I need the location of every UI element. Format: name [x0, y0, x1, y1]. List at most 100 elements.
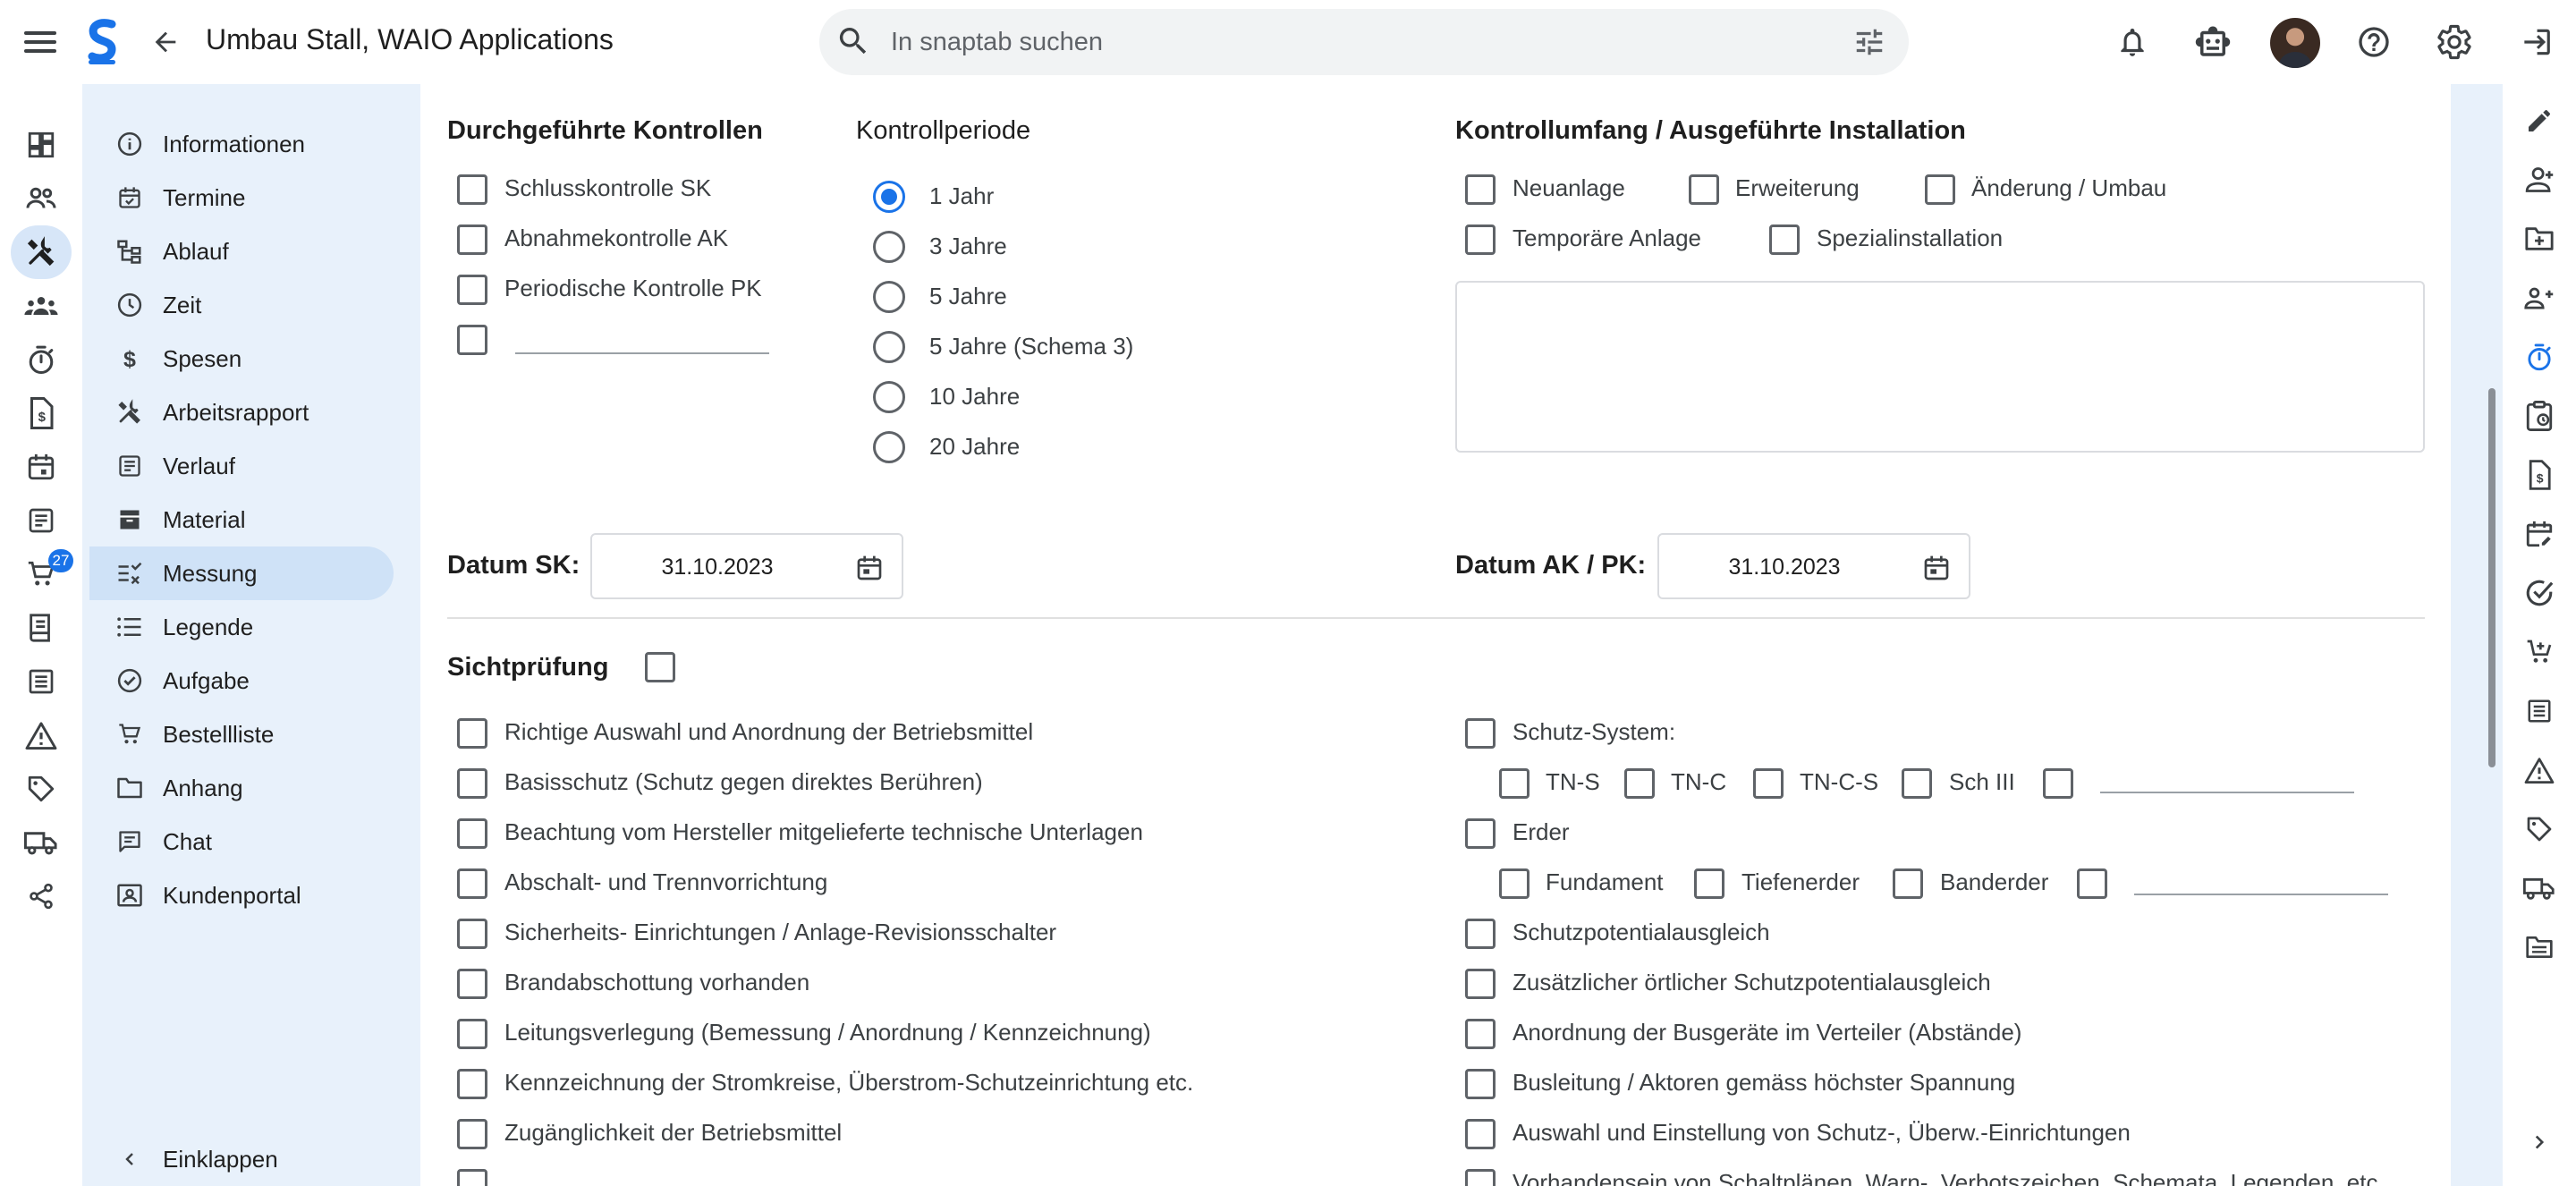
search-input[interactable] — [891, 21, 1785, 63]
checkbox-sicht-item[interactable] — [457, 969, 487, 999]
person-add-icon[interactable] — [2513, 154, 2565, 206]
nav-item-material[interactable]: Material — [89, 493, 394, 546]
erder-custom-input[interactable] — [2134, 894, 2388, 895]
search-icon[interactable] — [835, 23, 871, 59]
nav-item-zeit[interactable]: Zeit — [89, 278, 394, 332]
collapse-button[interactable]: Einklappen — [89, 1132, 394, 1186]
nav-item-spesen[interactable]: $ Spesen — [89, 332, 394, 385]
warning-icon[interactable] — [11, 708, 72, 762]
tag-icon[interactable] — [11, 762, 72, 816]
checkbox-schlusskontrolle[interactable] — [457, 174, 487, 205]
document-icon[interactable]: $ — [11, 386, 72, 440]
radio-20-jahre[interactable] — [873, 431, 905, 463]
datum-akpk-input[interactable] — [1659, 551, 1910, 583]
list-icon[interactable] — [11, 655, 72, 708]
truck-icon[interactable] — [11, 816, 72, 869]
folder-open-icon[interactable] — [2513, 921, 2565, 973]
checkbox-tn-s[interactable] — [1499, 768, 1530, 799]
nav-item-anhang[interactable]: Anhang — [89, 761, 394, 815]
checkbox-aenderung-umbau[interactable] — [1925, 174, 1955, 205]
checkbox-sicht-item[interactable] — [1465, 919, 1496, 949]
filter-tune-icon[interactable] — [1852, 25, 1887, 59]
nav-item-aufgabe[interactable]: Aufgabe — [89, 654, 394, 707]
schutz-custom-input[interactable] — [2100, 792, 2354, 793]
checkbox-erder[interactable] — [1465, 818, 1496, 849]
nav-item-arbeitsrapport[interactable]: Arbeitsrapport — [89, 385, 394, 439]
datum-sk-field[interactable] — [590, 533, 903, 599]
nav-item-verlauf[interactable]: Verlauf — [89, 439, 394, 493]
nav-item-messung[interactable]: Messung — [89, 546, 394, 600]
datum-sk-input[interactable] — [592, 551, 843, 583]
checkbox-sicht-item[interactable] — [1465, 1119, 1496, 1149]
nav-item-termine[interactable]: Termine — [89, 171, 394, 224]
checkbox-abnahmekontrolle[interactable] — [457, 224, 487, 255]
nav-item-informationen[interactable]: Informationen — [89, 117, 394, 171]
logout-icon[interactable] — [2512, 18, 2560, 66]
checkbox-banderder[interactable] — [1893, 868, 1923, 899]
robot-icon[interactable] — [2189, 18, 2237, 66]
search-bar[interactable] — [819, 9, 1909, 75]
back-arrow-icon[interactable] — [141, 18, 190, 66]
clipboard-icon[interactable] — [2513, 390, 2565, 442]
checkbox-sicht-item[interactable] — [1465, 1169, 1496, 1186]
notes-icon[interactable] — [11, 494, 72, 547]
checkbox-erweiterung[interactable] — [1689, 174, 1719, 205]
chevron-right-icon[interactable] — [2513, 1116, 2565, 1168]
share-icon[interactable] — [11, 869, 72, 923]
checkbox-tn-c-s[interactable] — [1753, 768, 1784, 799]
radio-3-jahre[interactable] — [873, 231, 905, 263]
nav-item-chat[interactable]: Chat — [89, 815, 394, 868]
calendar-edit-icon[interactable] — [2513, 508, 2565, 560]
checkbox-neuanlage[interactable] — [1465, 174, 1496, 205]
task-done-icon[interactable] — [2513, 567, 2565, 619]
checkbox-sch-iii[interactable] — [1902, 768, 1932, 799]
nav-item-bestellliste[interactable]: Bestellliste — [89, 707, 394, 761]
list-icon[interactable] — [2513, 685, 2565, 737]
checkbox-fundament[interactable] — [1499, 868, 1530, 899]
radio-5-jahre[interactable] — [873, 281, 905, 313]
checkbox-sicht-item[interactable] — [457, 1069, 487, 1099]
radio-10-jahre[interactable] — [873, 381, 905, 413]
cart-add-icon[interactable] — [2513, 626, 2565, 678]
truck-icon[interactable] — [2513, 862, 2565, 914]
tools-icon[interactable] — [11, 225, 72, 279]
tag-icon[interactable] — [2513, 803, 2565, 855]
people-icon[interactable] — [11, 172, 72, 225]
radio-1-jahr[interactable] — [873, 181, 905, 213]
avatar[interactable] — [2270, 18, 2320, 68]
warning-icon[interactable] — [2513, 744, 2565, 796]
checkbox-sichtpruefung[interactable] — [645, 652, 675, 682]
custom-kontrolle-input[interactable] — [515, 352, 769, 354]
radio-5-jahre-schema-3[interactable] — [873, 331, 905, 363]
checkbox-schutz-custom[interactable] — [2043, 768, 2073, 799]
checkbox-tiefenerder[interactable] — [1694, 868, 1724, 899]
timer-icon[interactable] — [11, 333, 72, 386]
timer-icon[interactable] — [2513, 331, 2565, 383]
checkbox-temporaere-anlage[interactable] — [1465, 224, 1496, 255]
checkbox-custom-kontrolle[interactable] — [457, 325, 487, 355]
bell-icon[interactable] — [2108, 18, 2157, 66]
calendar-icon[interactable] — [1922, 553, 1951, 583]
checkbox-spezialinstallation[interactable] — [1769, 224, 1800, 255]
umfang-notes-textarea[interactable] — [1455, 281, 2425, 453]
checkbox-schutz-system[interactable] — [1465, 718, 1496, 749]
checkbox-sicht-item[interactable] — [457, 768, 487, 799]
nav-item-ablauf[interactable]: Ablauf — [89, 224, 394, 278]
folder-add-icon[interactable] — [2513, 213, 2565, 265]
checkbox-sicht-item[interactable] — [457, 718, 487, 749]
checkbox-sicht-item[interactable] — [457, 1019, 487, 1049]
dashboard-icon[interactable] — [11, 118, 72, 172]
calendar-icon[interactable] — [855, 553, 884, 583]
checkbox-tn-c[interactable] — [1624, 768, 1655, 799]
checkbox-sicht-item[interactable] — [457, 868, 487, 899]
nav-item-legende[interactable]: Legende — [89, 600, 394, 654]
scrollbar-thumb[interactable] — [2488, 388, 2496, 767]
checkbox-sicht-item[interactable] — [457, 1169, 487, 1186]
groups-icon[interactable] — [11, 279, 72, 333]
datum-akpk-field[interactable] — [1657, 533, 1970, 599]
invoice-icon[interactable]: $ — [2513, 449, 2565, 501]
nav-item-kundenportal[interactable]: Kundenportal — [89, 868, 394, 922]
gear-icon[interactable] — [2430, 18, 2479, 66]
checkbox-sicht-item[interactable] — [1465, 1069, 1496, 1099]
group-add-icon[interactable] — [2513, 272, 2565, 324]
